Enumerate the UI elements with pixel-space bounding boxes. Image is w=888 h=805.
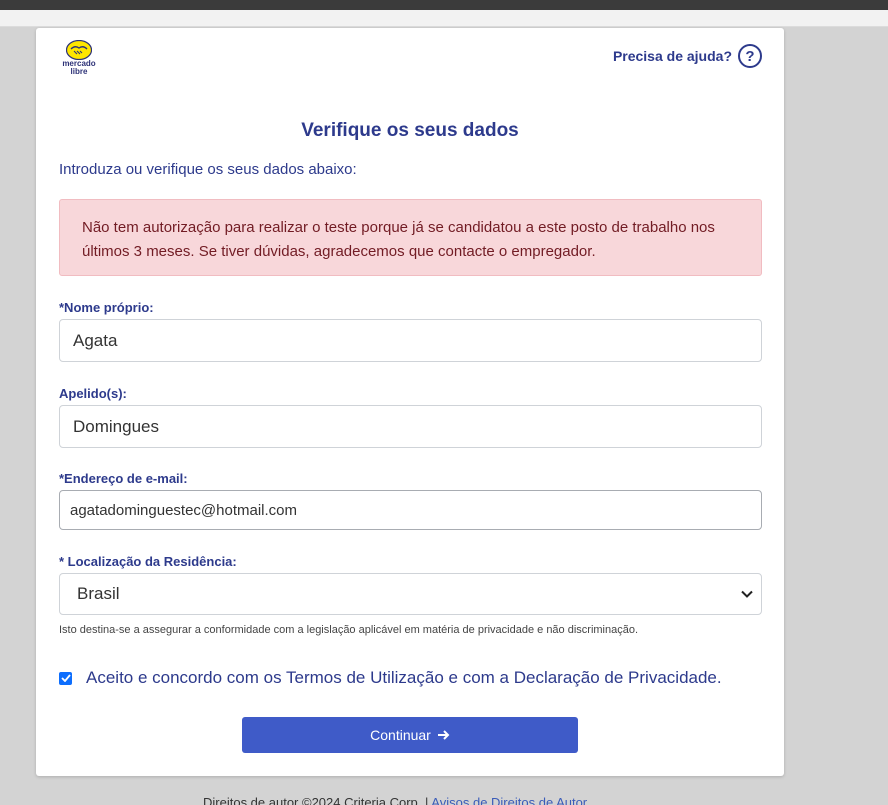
mercado-libre-logo: mercado libre xyxy=(56,40,102,82)
browser-sub-bar xyxy=(0,10,888,27)
last-name-input[interactable] xyxy=(59,405,762,448)
email-label: *Endereço de e-mail: xyxy=(59,471,188,486)
page-title: Verifique os seus dados xyxy=(301,120,519,141)
email-input[interactable] xyxy=(59,490,762,530)
logo-text-line2: libre xyxy=(70,67,88,76)
terms-row: Aceito e concordo com os Termos de Utili… xyxy=(59,668,722,688)
privacy-note: Isto destina-se a assegurar a conformida… xyxy=(59,624,639,636)
chevron-down-icon xyxy=(741,590,753,598)
help-question-icon[interactable]: ? xyxy=(738,44,762,68)
browser-top-bar xyxy=(0,0,888,10)
terms-label[interactable]: Aceito e concordo com os Termos de Utili… xyxy=(86,668,722,688)
error-alert: Não tem autorização para realizar o test… xyxy=(59,199,762,276)
last-name-label: Apelido(s): xyxy=(59,386,127,401)
continue-label: Continuar xyxy=(370,727,431,743)
help-link[interactable]: Precisa de ajuda? ? xyxy=(613,44,762,68)
residence-selected-value: Brasil xyxy=(77,584,120,603)
first-name-label: *Nome próprio: xyxy=(59,300,154,315)
footer-copyright: Direitos de autor ©2024 Criteria Corp. | xyxy=(203,795,429,805)
continue-button[interactable]: Continuar xyxy=(242,717,578,753)
residence-label: * Localização da Residência: xyxy=(59,554,237,569)
arrow-right-icon xyxy=(437,730,450,740)
terms-checkbox[interactable] xyxy=(59,671,72,685)
handshake-logo-icon xyxy=(66,40,92,60)
first-name-input[interactable] xyxy=(59,319,762,362)
verification-card: mercado libre Precisa de ajuda? ? Verifi… xyxy=(36,28,784,776)
footer: Direitos de autor ©2024 Criteria Corp. |… xyxy=(203,795,587,805)
intro-text: Introduza ou verifique os seus dados aba… xyxy=(59,161,357,178)
footer-copyright-link[interactable]: Avisos de Direitos de Autor xyxy=(431,795,587,805)
residence-select[interactable]: Brasil xyxy=(59,573,762,615)
check-icon xyxy=(60,674,71,682)
help-label: Precisa de ajuda? xyxy=(612,48,732,64)
